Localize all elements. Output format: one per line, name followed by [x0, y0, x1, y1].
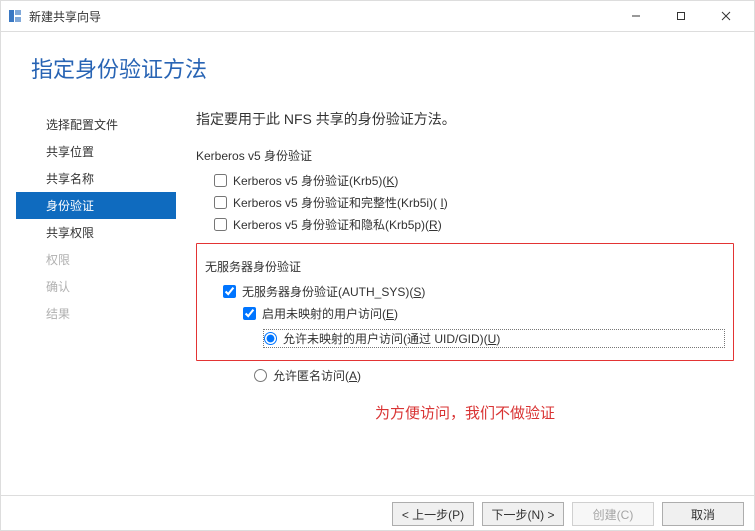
checkbox-unmapped-label: 启用未映射的用户访问(E): [262, 305, 398, 322]
window-title: 新建共享向导: [29, 8, 101, 25]
annotation-text: 为方便访问，我们不做验证: [196, 402, 734, 423]
prev-button[interactable]: < 上一步(P): [392, 502, 474, 526]
sidebar-item-location[interactable]: 共享位置: [16, 138, 176, 165]
noauth-group-label: 无服务器身份验证: [205, 258, 725, 275]
wizard-window: 新建共享向导 指定身份验证方法 选择配置文件 共享位置 共享名称 身份验证 共享…: [0, 0, 755, 531]
sidebar: 选择配置文件 共享位置 共享名称 身份验证 共享权限 权限 确认 结果: [16, 109, 176, 423]
sidebar-item-profile[interactable]: 选择配置文件: [16, 111, 176, 138]
checkbox-unmapped[interactable]: 启用未映射的用户访问(E): [205, 305, 725, 322]
checkbox-krb5-input[interactable]: [214, 174, 227, 187]
radio-anon[interactable]: 允许匿名访问(A): [196, 367, 734, 384]
page-title: 指定身份验证方法: [31, 52, 724, 84]
checkbox-unmapped-input[interactable]: [243, 307, 256, 320]
checkbox-authsys-label: 无服务器身份验证(AUTH_SYS)(S): [242, 283, 425, 300]
checkbox-krb5p[interactable]: Kerberos v5 身份验证和隐私(Krb5p)(R): [196, 216, 734, 233]
sidebar-item-confirm: 确认: [16, 273, 176, 300]
checkbox-krb5p-label: Kerberos v5 身份验证和隐私(Krb5p)(R): [233, 216, 442, 233]
radio-uidgid[interactable]: 允许未映射的用户访问(通过 UID/GID)(U): [263, 329, 725, 348]
instruction-text: 指定要用于此 NFS 共享的身份验证方法。: [196, 109, 734, 129]
next-button[interactable]: 下一步(N) >: [482, 502, 564, 526]
kerberos-group-label: Kerberos v5 身份验证: [196, 147, 734, 164]
radio-uidgid-input[interactable]: [264, 332, 277, 345]
app-icon: [7, 8, 23, 24]
titlebar: 新建共享向导: [1, 1, 754, 31]
highlight-box: 无服务器身份验证 无服务器身份验证(AUTH_SYS)(S) 启用未映射的用户访…: [196, 243, 734, 361]
sidebar-item-perm: 权限: [16, 246, 176, 273]
checkbox-krb5[interactable]: Kerberos v5 身份验证(Krb5)(K): [196, 172, 734, 189]
close-button[interactable]: [703, 2, 748, 30]
window-controls: [613, 2, 748, 30]
radio-anon-label: 允许匿名访问(A): [273, 367, 361, 384]
checkbox-krb5-label: Kerberos v5 身份验证(Krb5)(K): [233, 172, 398, 189]
cancel-button[interactable]: 取消: [662, 502, 744, 526]
sidebar-item-shareperm[interactable]: 共享权限: [16, 219, 176, 246]
radio-anon-input[interactable]: [254, 369, 267, 382]
checkbox-authsys-input[interactable]: [223, 285, 236, 298]
body: 选择配置文件 共享位置 共享名称 身份验证 共享权限 权限 确认 结果 指定要用…: [1, 94, 754, 423]
maximize-button[interactable]: [658, 2, 703, 30]
checkbox-krb5i-input[interactable]: [214, 196, 227, 209]
footer: < 上一步(P) 下一步(N) > 创建(C) 取消: [392, 496, 754, 530]
minimize-button[interactable]: [613, 2, 658, 30]
radio-uidgid-label: 允许未映射的用户访问(通过 UID/GID)(U): [283, 330, 500, 347]
checkbox-krb5i-label: Kerberos v5 身份验证和完整性(Krb5i)( I): [233, 194, 448, 211]
sidebar-item-result: 结果: [16, 300, 176, 327]
sidebar-item-auth[interactable]: 身份验证: [16, 192, 176, 219]
create-button: 创建(C): [572, 502, 654, 526]
header: 指定身份验证方法: [1, 32, 754, 94]
checkbox-krb5i[interactable]: Kerberos v5 身份验证和完整性(Krb5i)( I): [196, 194, 734, 211]
checkbox-authsys[interactable]: 无服务器身份验证(AUTH_SYS)(S): [205, 283, 725, 300]
main-panel: 指定要用于此 NFS 共享的身份验证方法。 Kerberos v5 身份验证 K…: [176, 109, 744, 423]
checkbox-krb5p-input[interactable]: [214, 218, 227, 231]
sidebar-item-sharename[interactable]: 共享名称: [16, 165, 176, 192]
